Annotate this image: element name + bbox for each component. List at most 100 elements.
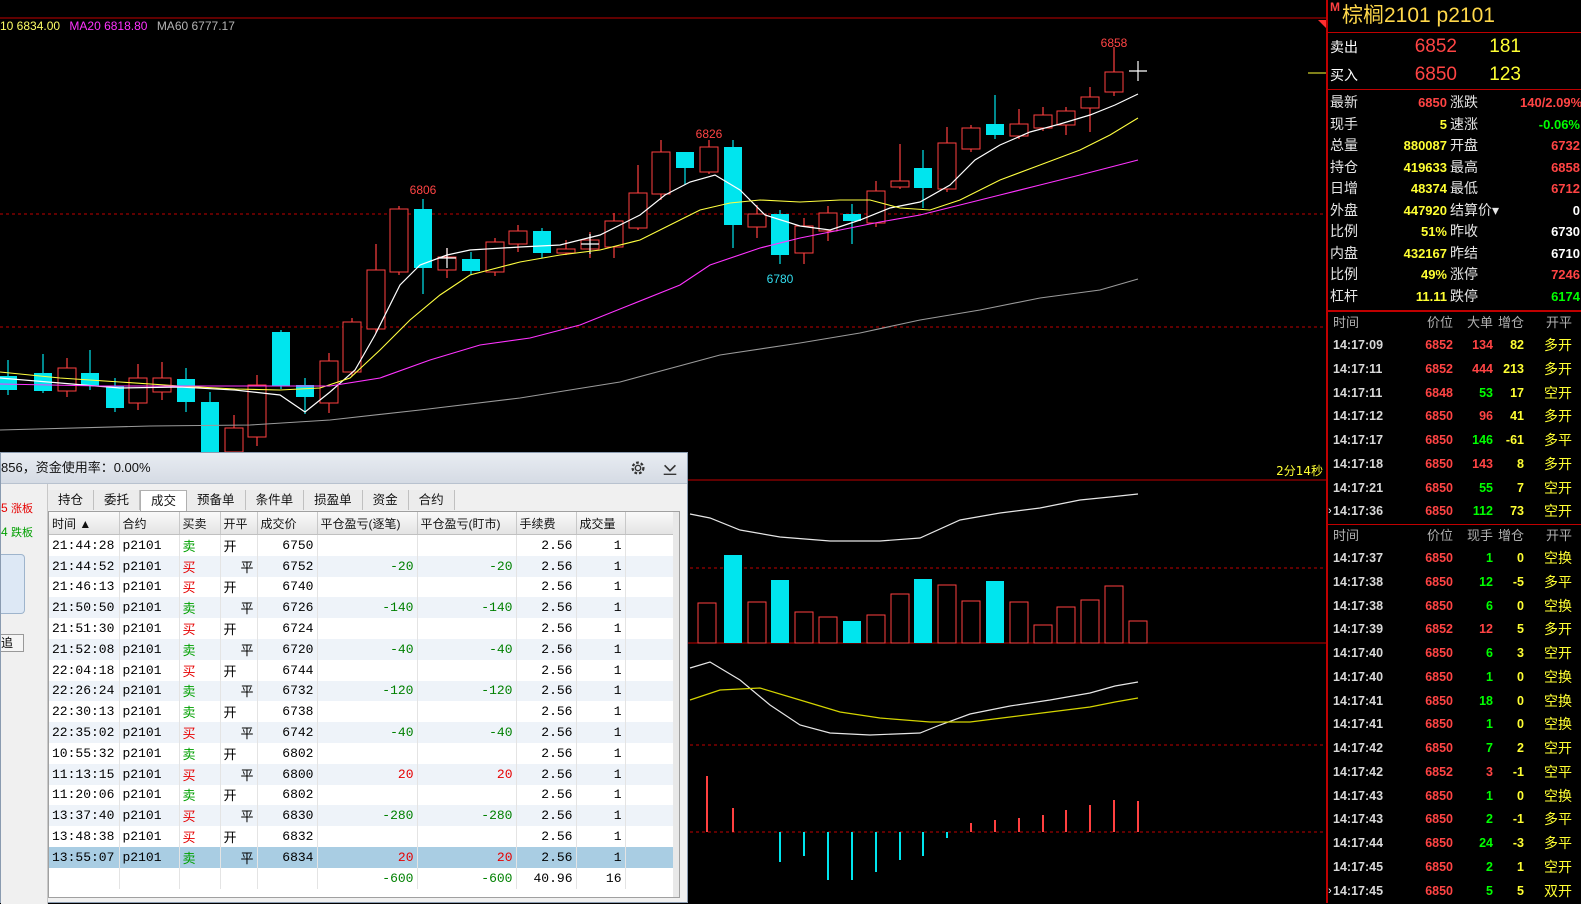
tick-oi-change: -61 [1505, 433, 1524, 447]
fill-row[interactable]: 21:52:08 p2101 卖平 6720 -40 -40 2.56 1 [49, 638, 676, 660]
fill-row[interactable]: 21:46:13 p2101 买开 6740 2.56 1 [49, 576, 676, 598]
tick-list-row[interactable]: 14:17:42 6850 7 2 空开 [1328, 737, 1581, 761]
tick-price: 6850 [1425, 788, 1453, 803]
tab-1[interactable]: 委托 [94, 490, 141, 510]
row-filler [625, 805, 676, 827]
candle-body [389, 208, 409, 273]
fill-row[interactable]: 21:50:50 p2101 卖平 6726 -140 -140 2.56 1 [49, 597, 676, 619]
big-order-list-row[interactable]: 14:17:11 6848 53 17 空开 [1328, 382, 1581, 406]
ask-row[interactable]: 卖出 6852 181 [1328, 33, 1581, 61]
tick-list-row[interactable]: 14:17:38 6850 12 -5 多平 [1328, 571, 1581, 595]
tick-volume: 1 [1486, 551, 1493, 565]
big-order-list-row[interactable]: 14:17:11 6852 444 213 多开 [1328, 358, 1581, 382]
info-label: 持仓 [1330, 158, 1358, 175]
column-header[interactable]: 时间 ▲ [49, 512, 120, 535]
order-side-panel: 5 涨板 4 跌板 追 [1, 484, 48, 904]
info-label: 总量 [1330, 137, 1358, 153]
fill-side: 卖 [179, 742, 221, 764]
fill-row[interactable]: 13:55:07 p2101 卖平 6834 20 20 2.56 1 [49, 846, 676, 868]
info-value: -0.06% [1538, 116, 1580, 132]
fill-row[interactable]: 22:26:24 p2101 卖平 6732 -120 -120 2.56 1 [49, 680, 676, 702]
column-header[interactable]: 成交价 [257, 512, 318, 535]
fill-row[interactable]: 21:44:28 p2101 卖开 6750 2.56 1 [49, 534, 676, 556]
tick-list-row[interactable]: 14:17:37 6850 1 0 空换 [1328, 547, 1581, 571]
fill-price: 6720 [257, 638, 318, 660]
fill-contract: p2101 [119, 638, 180, 660]
fill-row[interactable]: 13:37:40 p2101 买平 6830 -280 -280 2.56 1 [49, 805, 676, 827]
big-order-list-row[interactable]: 14:17:21 6850 55 7 空开 [1328, 477, 1581, 501]
volume-bar [937, 584, 957, 644]
dialog-titlebar[interactable]: 856，资金使用率：0.00% [1, 453, 687, 484]
tick-list-row[interactable]: 14:17:41 6850 18 0 空换 [1328, 690, 1581, 714]
limit-up-digit: 5 [1, 501, 8, 515]
tab-2[interactable]: 成交 [140, 490, 188, 511]
contract-title: M 棕榈2101 p2101 [1328, 0, 1581, 33]
fill-row[interactable]: 11:20:06 p2101 卖开 6802 2.56 1 [49, 784, 676, 806]
tick-price: 6850 [1425, 480, 1453, 495]
tab-3[interactable]: 预备单 [187, 490, 246, 510]
tick-list-row[interactable]: 14:17:38 6850 6 0 空换 [1328, 595, 1581, 619]
tick-list-row[interactable]: 14:17:42 6852 3 -1 空平 [1328, 761, 1581, 785]
tick-list-row[interactable]: 14:17:44 6850 24 -3 多平 [1328, 832, 1581, 856]
candle-body [1080, 96, 1100, 109]
candle-body [533, 231, 551, 253]
volume-bar [818, 616, 838, 644]
tab-4[interactable]: 条件单 [245, 490, 305, 510]
fill-row[interactable]: 22:30:13 p2101 卖开 6738 2.56 1 [49, 701, 676, 723]
fill-row[interactable]: 10:55:32 p2101 卖开 6802 2.56 1 [49, 742, 676, 764]
column-header[interactable]: 平仓盈亏(逐笔) [317, 512, 418, 535]
tick-list-row[interactable]: 14:17:45 6850 2 1 空开 [1328, 856, 1581, 880]
quote-panel: M 棕榈2101 p2101 卖出 6852 181 买入 6850 123 最… [1326, 0, 1581, 903]
tick-list-row[interactable]: 14:17:39 6852 12 5 多开 [1328, 618, 1581, 642]
row-filler [625, 722, 676, 743]
big-order-list-row[interactable]: › 14:17:36 6850 112 73 空开 [1328, 500, 1581, 524]
tick-oi-change: 5 [1517, 883, 1524, 898]
bid-row[interactable]: 买入 6850 123 [1328, 61, 1581, 89]
order-input-box[interactable] [1, 554, 25, 614]
quote-info-row: 内盘 432167 昨结 6710 [1328, 243, 1581, 265]
big-order-list-row[interactable]: 14:17:17 6850 146 -61 多平 [1328, 429, 1581, 453]
tick-list-row[interactable]: 14:17:43 6850 1 0 空换 [1328, 785, 1581, 809]
current-row-arrow-icon: › [1328, 884, 1332, 897]
tick-list-row[interactable]: 14:17:43 6850 2 -1 多平 [1328, 808, 1581, 832]
tab-5[interactable]: 损盈单 [304, 490, 363, 510]
collapse-icon[interactable] [661, 459, 679, 477]
candle-body [462, 259, 480, 271]
fill-qty: 1 [576, 597, 626, 619]
fill-row[interactable]: 13:48:38 p2101 买开 6832 2.56 1 [49, 826, 676, 847]
column-header[interactable]: 开平 [220, 512, 258, 535]
tick-list-row[interactable]: 14:17:40 6850 6 3 空开 [1328, 642, 1581, 666]
fill-pl-mtm [417, 534, 517, 556]
fill-row[interactable]: 11:13:15 p2101 买平 6800 20 20 2.56 1 [49, 763, 676, 785]
fill-row[interactable]: 21:51:30 p2101 买开 6724 2.56 1 [49, 618, 676, 639]
grid-header: 时间 ▲ 合约 买卖 开平 成交价 平仓盈亏(逐笔) 平仓盈亏(盯市) 手续费 成交量 [49, 512, 676, 535]
tick-time: 14:17:12 [1333, 409, 1384, 424]
tick-list-row[interactable]: 14:17:40 6850 1 0 空换 [1328, 666, 1581, 690]
tick-list-row[interactable]: 14:17:41 6850 1 0 空换 [1328, 713, 1581, 737]
fill-row[interactable]: 22:04:18 p2101 买开 6744 2.56 1 [49, 659, 676, 681]
tab-7[interactable]: 合约 [408, 490, 455, 510]
big-order-list-row[interactable]: 14:17:09 6852 134 82 多开 [1328, 334, 1581, 358]
column-header[interactable]: 手续费 [516, 512, 577, 535]
fill-row[interactable]: 21:44:52 p2101 买平 6752 -20 -20 2.56 1 [49, 555, 676, 577]
big-order-list-row[interactable]: 14:17:18 6850 143 8 多开 [1328, 453, 1581, 477]
column-header[interactable]: 平仓盈亏(盯市) [417, 512, 517, 535]
fill-row[interactable]: 22:35:02 p2101 买平 6742 -40 -40 2.56 1 [49, 722, 676, 743]
tick-list-row[interactable]: › 14:17:45 6850 5 5 双开 [1328, 880, 1581, 904]
ma120-line [0, 278, 1139, 431]
tab-6[interactable]: 资金 [362, 490, 409, 510]
gear-icon[interactable] [629, 459, 647, 477]
column-header[interactable]: 买卖 [179, 512, 221, 535]
info-value: 6174 [1551, 288, 1580, 304]
info-value: 6710 [1551, 245, 1580, 261]
chase-button[interactable]: 追 [1, 634, 24, 652]
big-order-list-row[interactable]: 14:17:12 6850 96 41 多开 [1328, 405, 1581, 429]
tick-volume: 18 [1479, 693, 1493, 708]
fill-pl-mtm [417, 742, 517, 764]
column-header[interactable]: 成交量 [576, 512, 626, 535]
tab-0[interactable]: 持仓 [48, 490, 95, 510]
candle-body [628, 192, 648, 229]
grid-scrollbar[interactable] [673, 512, 679, 897]
column-header[interactable]: 合约 [119, 512, 180, 535]
candle-body [414, 209, 432, 268]
